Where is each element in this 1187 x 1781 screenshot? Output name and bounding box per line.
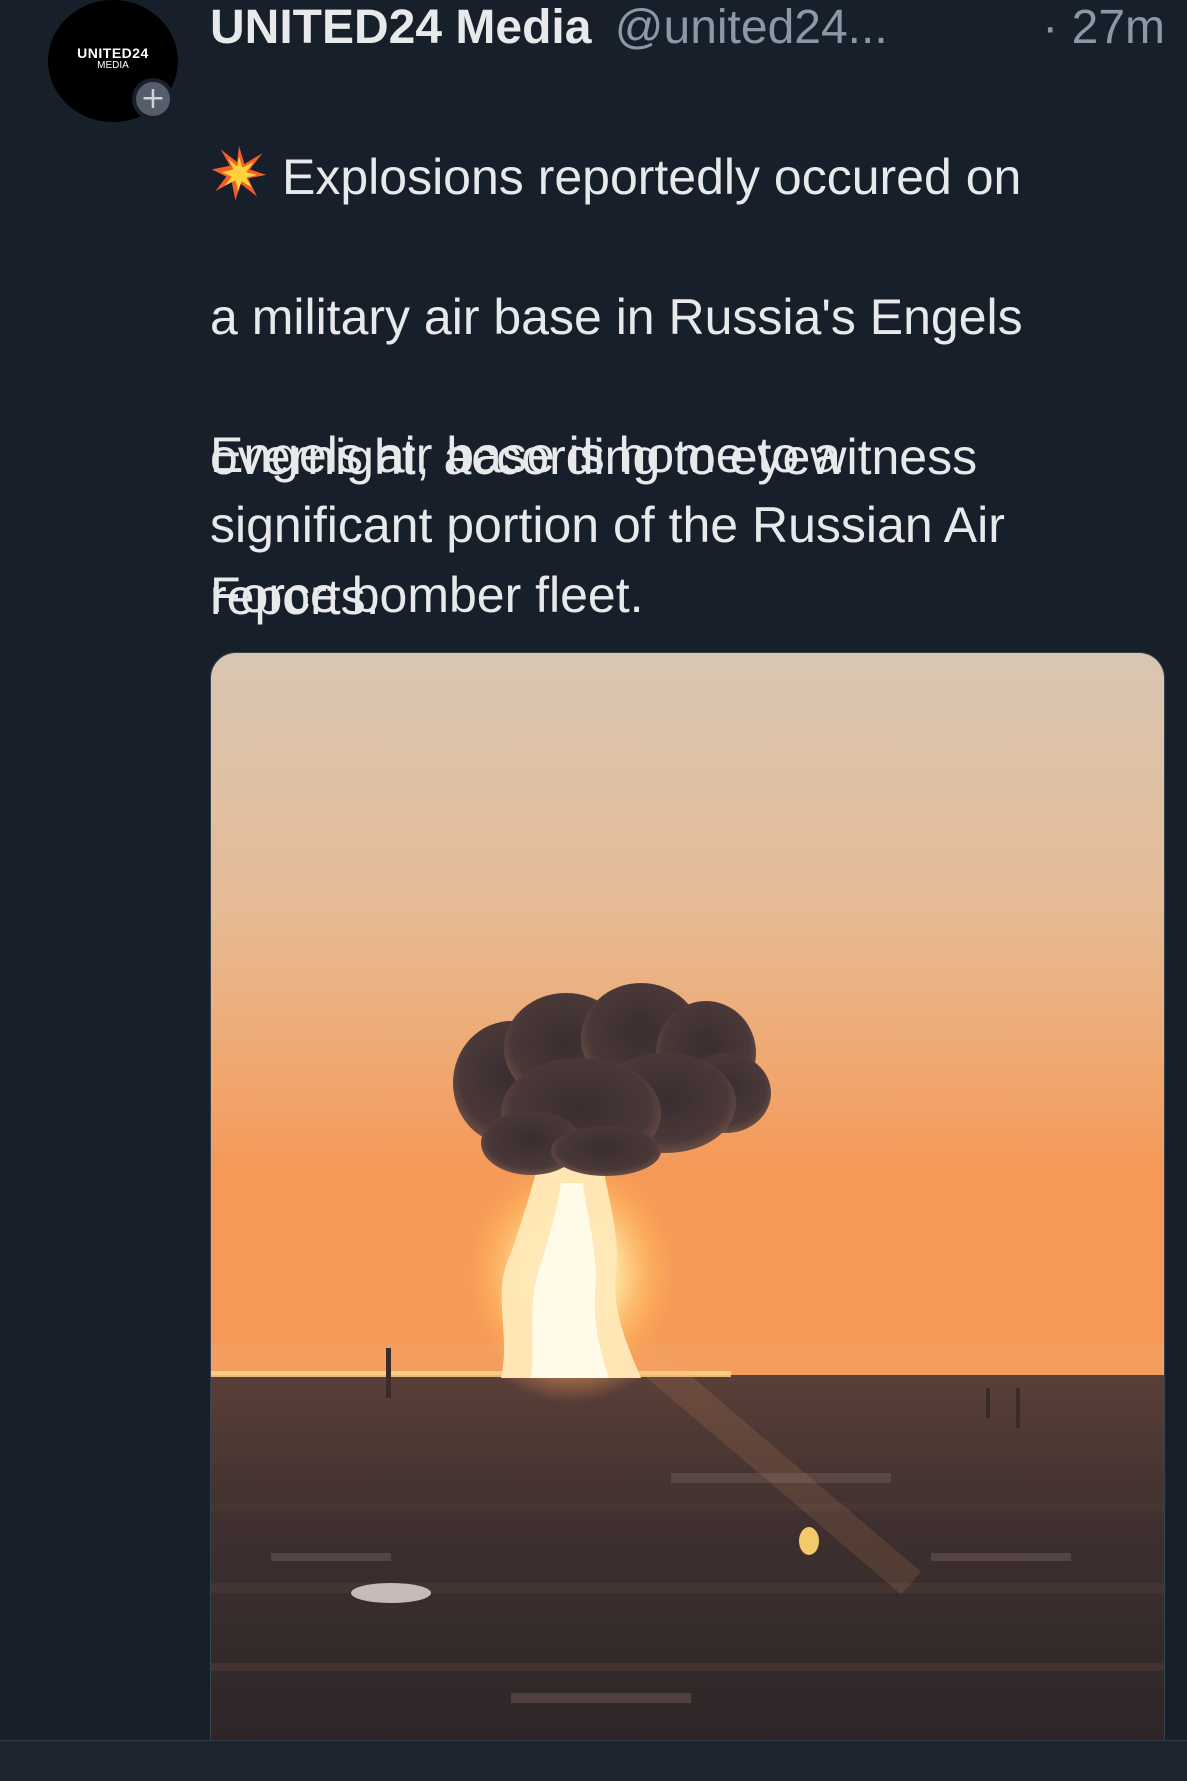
separator-dot: ·: [1042, 1, 1059, 54]
explosion-photo: [211, 653, 1164, 1741]
avatar-logo-subtext: MEDIA: [97, 60, 129, 71]
bottom-navigation-bar: [0, 1740, 1187, 1781]
user-handle[interactable]: @united24...: [615, 1, 888, 54]
tweet-text-line: Explosions reportedly occured on: [210, 142, 1170, 212]
avatar-container[interactable]: UNITED24 MEDIA +: [48, 0, 180, 122]
timestamp-group: · 27m: [1042, 0, 1165, 56]
tweet-header: UNITED24 Media @united24... · 27m: [210, 0, 1165, 56]
follow-plus-button[interactable]: +: [132, 78, 174, 120]
timestamp[interactable]: 27m: [1072, 1, 1165, 54]
plus-icon: +: [140, 81, 166, 116]
tweet-photo[interactable]: [210, 652, 1165, 1742]
display-name[interactable]: UNITED24 Media: [210, 1, 591, 54]
tweet-text-paragraph-2: Engels air base is home to a significant…: [210, 420, 1170, 630]
tweet-para2-line-3: Force bomber fleet.: [210, 567, 644, 623]
avatar-logo-text: UNITED24: [77, 45, 149, 61]
tweet-para2-line-1: Engels air base is home to a: [210, 427, 841, 483]
collision-icon: [211, 145, 267, 201]
tweet-line-2: a military air base in Russia's Engels: [210, 289, 1023, 345]
tweet-line-1: Explosions reportedly occured on: [282, 149, 1022, 205]
tweet-para2-line-2: significant portion of the Russian Air: [210, 497, 1005, 553]
